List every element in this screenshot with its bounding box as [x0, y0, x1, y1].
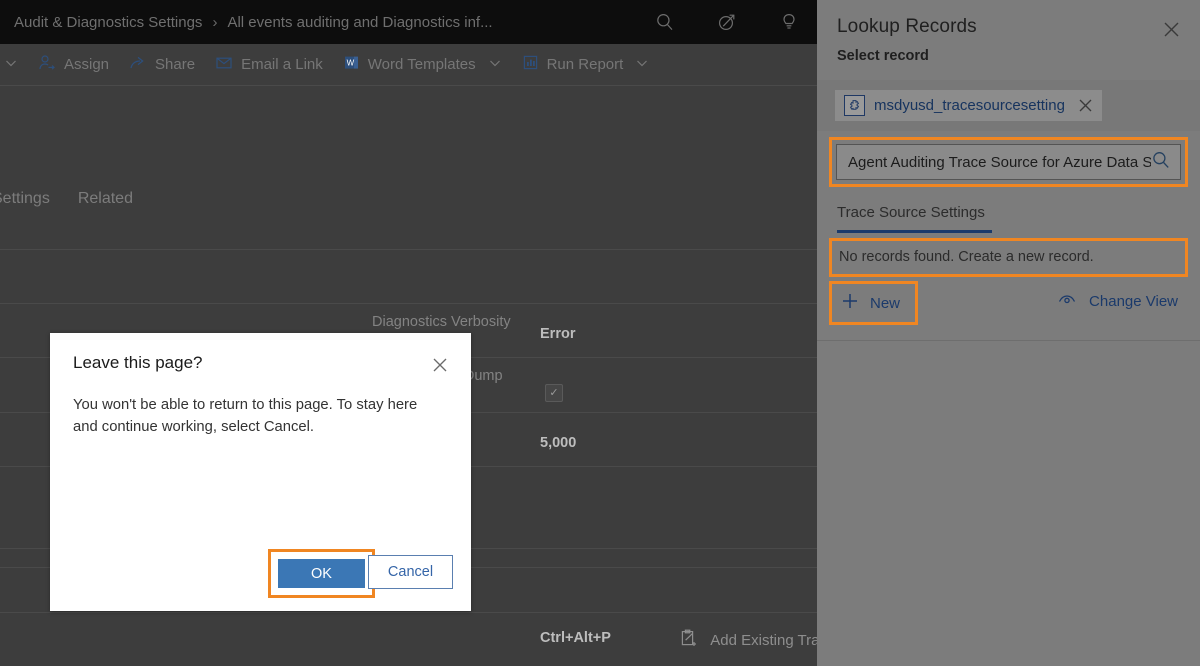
- report-icon: [522, 54, 539, 75]
- chevron-down-icon: [4, 56, 18, 74]
- breadcrumb-separator-icon: ›: [212, 14, 217, 31]
- lookup-records-panel: Lookup Records Select record msdyusd_tra…: [817, 0, 1200, 666]
- new-highlight-box: New: [829, 281, 918, 325]
- command-overflow[interactable]: [0, 44, 28, 85]
- new-button[interactable]: New: [835, 287, 912, 319]
- field-value[interactable]: Error: [540, 326, 575, 342]
- plus-icon: [841, 292, 859, 314]
- chevron-down-icon[interactable]: [635, 56, 649, 74]
- view-tab-trace-source-settings[interactable]: Trace Source Settings: [837, 204, 1200, 221]
- entity-icon: [844, 95, 865, 116]
- eye-icon: [1057, 291, 1077, 311]
- share-button[interactable]: Share: [119, 44, 205, 85]
- change-view-button[interactable]: Change View: [1057, 291, 1178, 311]
- chevron-down-icon[interactable]: [488, 56, 502, 74]
- tab-related[interactable]: Related: [64, 190, 147, 208]
- breadcrumb-current: All events auditing and Diagnostics inf.…: [227, 14, 492, 31]
- search-icon[interactable]: [655, 12, 675, 32]
- panel-header: Lookup Records Select record: [817, 0, 1200, 64]
- breadcrumb: Audit & Diagnostics Settings › All event…: [14, 14, 493, 31]
- search-input[interactable]: Agent Auditing Trace Source for Azure Da…: [836, 144, 1181, 180]
- view-tab-underline: [837, 230, 992, 233]
- tab-settings[interactable]: Settings: [0, 190, 64, 208]
- search-highlight-box: Agent Auditing Trace Source for Azure Da…: [829, 137, 1188, 187]
- add-existing-trace-label: Add Existing Trac: [710, 632, 817, 649]
- entity-filter-zone: msdyusd_tracesourcesetting: [817, 80, 1200, 131]
- assign-label: Assign: [64, 56, 109, 73]
- change-view-label: Change View: [1089, 293, 1178, 310]
- share-label: Share: [155, 56, 195, 73]
- run-report-button[interactable]: Run Report: [512, 44, 660, 85]
- search-input-value: Agent Auditing Trace Source for Azure Da…: [848, 154, 1151, 171]
- email-a-link-button[interactable]: Email a Link: [205, 44, 333, 85]
- word-templates-button[interactable]: W Word Templates: [333, 44, 512, 85]
- word-templates-label: Word Templates: [368, 56, 476, 73]
- breadcrumb-parent[interactable]: Audit & Diagnostics Settings: [14, 14, 202, 31]
- subgrid-command-bar: Add Existing Trac: [0, 612, 817, 666]
- email-a-link-label: Email a Link: [241, 56, 323, 73]
- cancel-button[interactable]: Cancel: [368, 555, 453, 589]
- panel-subtitle: Select record: [837, 48, 1180, 64]
- search-icon[interactable]: [1151, 150, 1171, 175]
- form-tab-strip: Settings Related: [0, 190, 817, 234]
- word-icon: W: [343, 54, 360, 75]
- assign-button[interactable]: Assign: [28, 44, 119, 85]
- dialog-message: You won't be able to return to this page…: [73, 394, 441, 438]
- top-bar-icon-group: [655, 0, 799, 44]
- assign-user-icon: [38, 54, 56, 76]
- close-icon[interactable]: [1158, 16, 1184, 42]
- close-icon[interactable]: [1078, 98, 1093, 113]
- new-button-label: New: [870, 295, 900, 312]
- add-existing-icon: [679, 629, 698, 652]
- panel-divider: [817, 340, 1200, 341]
- ok-highlight-box: OK: [268, 549, 375, 598]
- ok-button[interactable]: OK: [278, 559, 365, 588]
- top-navigation-bar: Audit & Diagnostics Settings › All event…: [0, 0, 817, 44]
- quick-create-icon[interactable]: [717, 12, 737, 32]
- close-icon[interactable]: [429, 354, 451, 376]
- share-icon: [129, 54, 147, 76]
- field-value[interactable]: 5,000: [540, 435, 576, 451]
- lightbulb-icon[interactable]: [779, 12, 799, 32]
- dialog-title: Leave this page?: [73, 353, 203, 373]
- email-link-icon: [215, 54, 233, 76]
- svg-text:W: W: [346, 58, 354, 67]
- no-records-message: No records found. Create a new record.: [835, 244, 1182, 271]
- table-row: [0, 249, 817, 303]
- entity-chip-label: msdyusd_tracesourcesetting: [874, 97, 1065, 114]
- command-bar: Assign Share Email a Link W Word Templat…: [0, 44, 817, 86]
- entity-chip[interactable]: msdyusd_tracesourcesetting: [835, 90, 1102, 121]
- run-report-label: Run Report: [547, 56, 624, 73]
- page-title: Lookup Records: [837, 16, 1180, 38]
- enable-crash-dump-checkbox[interactable]: ✓: [545, 384, 563, 402]
- no-records-highlight-box: No records found. Create a new record.: [829, 238, 1188, 277]
- add-existing-trace-button[interactable]: Add Existing Trac: [679, 629, 817, 652]
- panel-action-row: New Change View: [817, 281, 1200, 323]
